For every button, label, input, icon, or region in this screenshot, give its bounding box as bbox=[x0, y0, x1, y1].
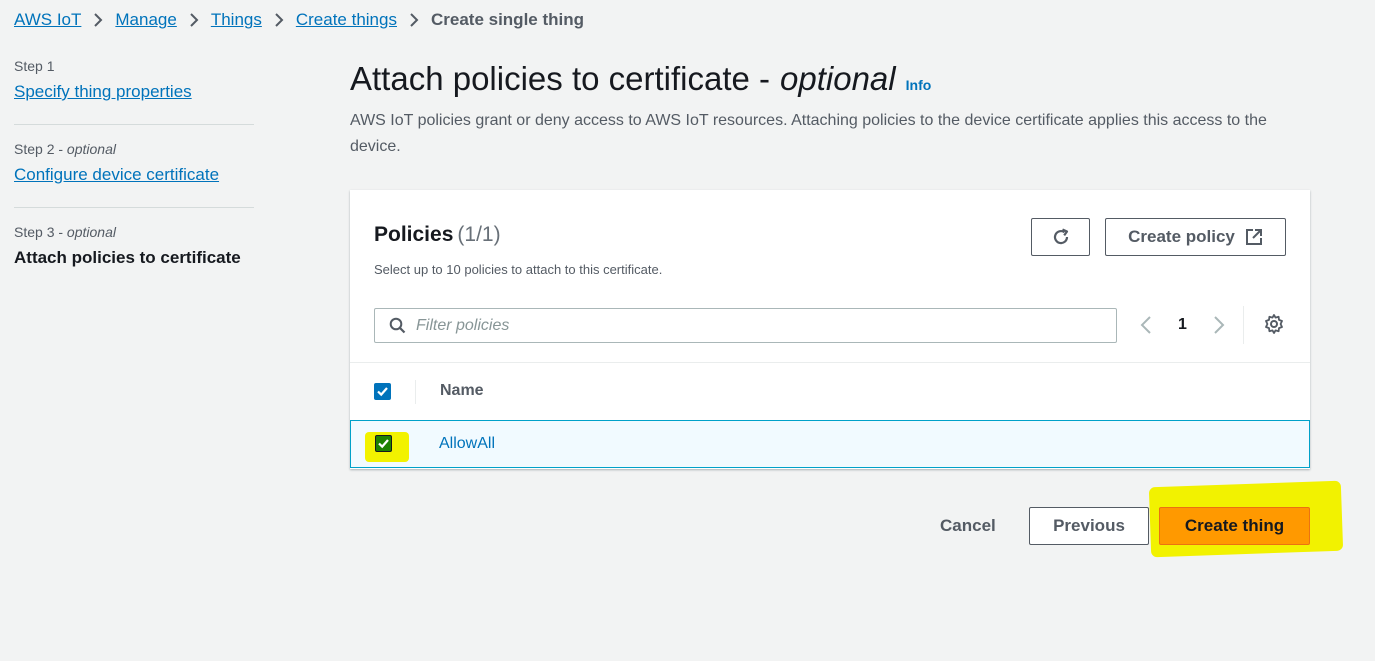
chevron-right-icon bbox=[274, 13, 284, 27]
policy-name-link[interactable]: AllowAll bbox=[439, 435, 495, 453]
breadcrumb-manage[interactable]: Manage bbox=[115, 10, 176, 30]
external-link-icon bbox=[1245, 228, 1263, 246]
breadcrumb: AWS IoT Manage Things Create things Crea… bbox=[14, 10, 584, 30]
step-2: Step 2 - optional Configure device certi… bbox=[14, 141, 254, 208]
step-link-configure-device-certificate[interactable]: Configure device certificate bbox=[14, 165, 219, 184]
breadcrumb-current: Create single thing bbox=[430, 10, 585, 29]
cancel-button[interactable]: Cancel bbox=[940, 516, 996, 536]
refresh-button[interactable] bbox=[1031, 218, 1090, 256]
table-row[interactable]: AllowAll bbox=[350, 420, 1310, 468]
step-number: Step 2 - optional bbox=[14, 141, 116, 157]
check-icon bbox=[376, 385, 389, 398]
wizard-steps: Step 1 Specify thing properties Step 2 -… bbox=[14, 58, 254, 306]
filter-policies-input[interactable] bbox=[416, 316, 1096, 335]
check-icon bbox=[377, 437, 390, 450]
step-1: Step 1 Specify thing properties bbox=[14, 58, 254, 125]
info-link[interactable]: Info bbox=[906, 77, 932, 93]
step-number: Step 1 bbox=[14, 58, 55, 74]
page-title-optional: optional bbox=[780, 60, 896, 97]
filter-policies-search bbox=[374, 308, 1117, 343]
previous-button[interactable]: Previous bbox=[1029, 507, 1149, 545]
panel-count: (1/1) bbox=[457, 223, 501, 246]
page-title-text: Attach policies to certificate - bbox=[350, 60, 771, 97]
create-thing-button[interactable]: Create thing bbox=[1159, 507, 1310, 545]
step-number: Step 3 - optional bbox=[14, 224, 116, 240]
page-description: AWS IoT policies grant or deny access to… bbox=[350, 112, 1267, 155]
panel-description: Select up to 10 policies to attach to th… bbox=[374, 262, 663, 277]
chevron-right-icon[interactable] bbox=[1213, 315, 1225, 335]
step-3: Step 3 - optional Attach policies to cer… bbox=[14, 224, 254, 290]
divider bbox=[1243, 306, 1244, 344]
breadcrumb-aws-iot[interactable]: AWS IoT bbox=[14, 10, 81, 30]
gear-icon[interactable] bbox=[1263, 313, 1285, 335]
chevron-right-icon bbox=[189, 13, 199, 27]
pagination: 1 bbox=[1140, 310, 1225, 340]
select-all-checkbox[interactable] bbox=[374, 383, 391, 400]
page-title: Attach policies to certificate - optiona… bbox=[350, 60, 931, 98]
breadcrumb-things[interactable]: Things bbox=[211, 10, 262, 30]
create-policy-label: Create policy bbox=[1128, 227, 1235, 246]
column-divider bbox=[415, 380, 416, 404]
refresh-icon bbox=[1051, 227, 1071, 247]
create-policy-button[interactable]: Create policy bbox=[1105, 218, 1286, 256]
step-link-specify-thing-properties[interactable]: Specify thing properties bbox=[14, 82, 192, 101]
table-header: Name bbox=[350, 362, 1310, 420]
column-header-name[interactable]: Name bbox=[440, 382, 484, 400]
policies-panel: Policies (1/1) Select up to 10 policies t… bbox=[350, 190, 1310, 469]
row-checkbox[interactable] bbox=[375, 435, 392, 452]
breadcrumb-create-things[interactable]: Create things bbox=[296, 10, 397, 30]
panel-title: Policies (1/1) bbox=[374, 223, 501, 246]
chevron-left-icon[interactable] bbox=[1140, 315, 1152, 335]
search-icon bbox=[389, 317, 406, 334]
chevron-right-icon bbox=[93, 13, 103, 27]
chevron-right-icon bbox=[409, 13, 419, 27]
page-number[interactable]: 1 bbox=[1178, 316, 1187, 334]
step-current-label: Attach policies to certificate bbox=[14, 248, 241, 267]
